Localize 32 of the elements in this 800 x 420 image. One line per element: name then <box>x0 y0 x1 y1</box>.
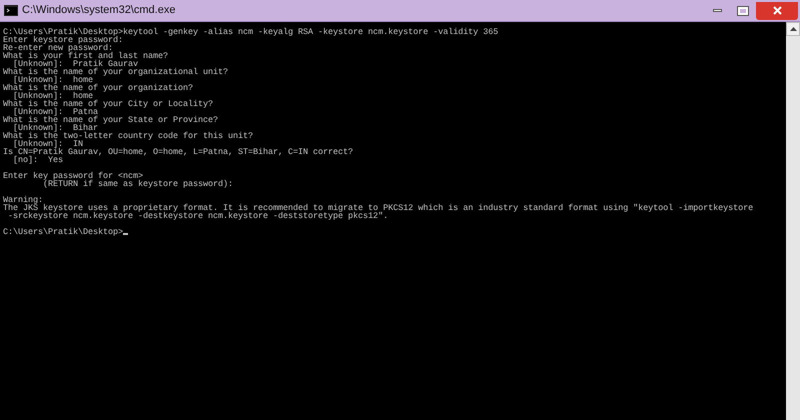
console-line: Is CN=Pratik Gaurav, OU=home, O=home, L=Patna, ST=Bihar, C=IN correct? <box>3 148 354 156</box>
console-line: What is the name of your State or Province? <box>3 116 218 124</box>
window-title: C:\Windows\system32\cmd.exe <box>22 3 176 18</box>
console-line: C:\Users\Pratik\Desktop>keytool -genkey -alias ncm -keyalg RSA -keystore ncm.keystore -validity 365 <box>3 28 498 36</box>
console-line: The JKS keystore uses a proprietary format. It is recommended to migrate to PKCS12 which is an industry standard format using "keytool -importkeystore <box>3 204 754 212</box>
console-line: (RETURN if same as keystore password): <box>43 180 234 188</box>
console-line: -srckeystore ncm.keystore -destkeystore ncm.keystore -deststoretype pkcs12". <box>7 212 388 220</box>
console-line: What is the name of your organizational unit? <box>3 68 228 76</box>
console-line: What is your first and last name? <box>3 52 168 60</box>
scrollbar[interactable] <box>786 22 800 420</box>
console-line: What is the name of your City or Locality? <box>3 100 214 108</box>
close-icon <box>772 6 782 15</box>
console-line: [Unknown]: Patna <box>13 108 98 116</box>
scroll-up-button[interactable] <box>786 22 800 36</box>
console-line: [Unknown]: home <box>13 92 94 100</box>
console-line: [Unknown]: Pratik Gaurav <box>13 60 138 68</box>
console-line: What is the name of your organization? <box>3 84 194 92</box>
console-line: Enter keystore password: <box>3 36 124 44</box>
console-line: [Unknown]: home <box>13 76 94 84</box>
console-icon <box>4 5 18 16</box>
console-line: [no]: Yes <box>12 156 64 164</box>
up-arrow-icon <box>790 27 796 31</box>
close-button[interactable] <box>756 2 798 20</box>
console-line: What is the two-letter country code for this unit? <box>3 132 254 140</box>
console-line: Enter key password for <ncm> <box>3 172 144 180</box>
console-line: Warning: <box>3 196 44 204</box>
console-line: [Unknown]: Bihar <box>13 124 98 132</box>
command-prompt: C:\Users\Pratik\Desktop> <box>3 228 124 236</box>
minimize-icon <box>712 9 722 12</box>
console-line: Re-enter new password: <box>3 44 114 52</box>
console-line: [Unknown]: IN <box>12 140 84 148</box>
maximize-icon <box>738 6 748 14</box>
